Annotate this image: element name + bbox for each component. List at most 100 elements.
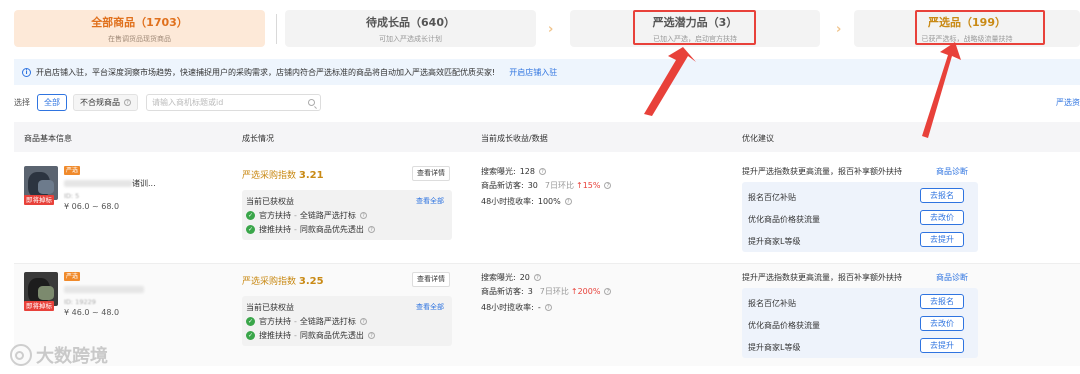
stat-compare-value: 200% [577,287,601,296]
stat-compare-label: 7日环比 [539,287,569,296]
advice-item: 优化商品价格获流量 [748,215,820,224]
tab-all-products[interactable]: 全部商品（1703） 在售调货品现货商品 [14,10,265,47]
stat-value: - [537,303,541,312]
growth-index-value: 3.21 [298,170,324,181]
product-title[interactable]: 诸训... [132,178,156,189]
change-price-button[interactable]: 去改价 [920,316,964,331]
chevron-right-icon: › [548,22,554,37]
table-header: 商品基本信息 成长情况 当前成长收益/数据 优化建议 [14,122,1080,152]
advice-item: 报名百亿补贴 [748,193,796,202]
filter-noncompliant-label: 不合规商品 [80,97,120,107]
change-price-button[interactable]: 去改价 [920,210,964,225]
view-all-link[interactable]: 查看全部 [416,302,444,312]
table-row: 即将掉标 严选 诸训... ID: 5 ¥ 06.0 ~ 68.0 严选采购指数… [14,158,1080,264]
soon-lose-tag: 即将掉标 [24,195,54,205]
product-title-blurred[interactable] [64,286,144,293]
help-icon: ? [367,332,375,339]
stat-value: 20 [519,273,530,282]
open-store-link[interactable]: 开启店铺入驻 [509,67,557,78]
benefit-title: 当前已获权益 [246,197,294,206]
right-link[interactable]: 严选资 [1056,97,1080,108]
help-icon: ? [604,288,612,295]
stat-exposure: 搜索曝光: 20 ? [481,272,541,283]
stat-reply-rate: 48小时揽收率: 100% ? [481,196,572,207]
yanxuan-tag: 严选 [64,272,81,281]
col-product: 商品基本信息 [24,134,72,143]
highlight-box-potential [633,10,756,45]
search-input[interactable]: 请输入商机标题或id [146,93,321,111]
help-icon: ? [604,182,612,189]
growth-index-label: 严选采购指数 [242,171,297,181]
help-icon: ? [544,304,552,311]
watermark-logo-icon [10,344,32,366]
stat-label: 商品新访客: [481,287,524,296]
benefit-item: ✓ 搜推扶持 - 同款商品优先透出 ? [246,224,375,235]
benefit-desc: 全链路严选打标 [299,317,356,326]
help-icon: ? [538,168,546,175]
upgrade-button[interactable]: 去提升 [920,232,964,247]
signup-button[interactable]: 去报名 [920,188,964,203]
stat-value: 128 [519,167,535,176]
search-placeholder: 请输入商机标题或id [152,97,224,107]
benefit-box: 当前已获权益 查看全部 ✓ 官方扶持 - 全链路严选打标 ? ✓ 搜推扶持 - … [242,190,452,240]
trend-up-icon: ↑ [575,181,583,190]
product-diagnosis-link[interactable]: 商品诊断 [936,166,968,177]
view-detail-button[interactable]: 查看详情 [412,272,450,287]
stat-value: 100% [537,197,561,206]
stat-compare-value: 15% [582,181,601,190]
growth-index-value: 3.25 [298,276,324,287]
help-icon: ? [564,198,572,205]
search-icon[interactable] [308,98,315,106]
view-detail-button[interactable]: 查看详情 [412,166,450,181]
advice-item: 优化商品价格获流量 [748,321,820,330]
stat-label: 48小时揽收率: [481,197,534,206]
check-icon: ✓ [246,317,255,326]
product-price: ¥ 06.0 ~ 68.0 [64,202,120,211]
col-earnings: 当前成长收益/数据 [481,134,548,143]
filter-label: 选择 [14,97,30,107]
filter-bar: 选择 全部 不合规商品 ? 请输入商机标题或id 严选资 [14,92,1080,112]
filter-noncompliant-button[interactable]: 不合规商品 ? [73,93,138,111]
growth-index-label: 严选采购指数 [242,277,297,287]
tab-growth-products[interactable]: 待成长品（640） 可加入严选成长计划 [285,10,536,47]
benefit-item: ✓ 搜推扶持 - 同款商品优先透出 ? [246,330,375,341]
watermark-text: 大数跨境 [36,346,108,367]
chevron-right-icon: › [836,22,842,37]
upgrade-button[interactable]: 去提升 [920,338,964,353]
stat-label: 商品新访客: [481,181,524,190]
benefit-title: 当前已获权益 [246,303,294,312]
filter-all-button[interactable]: 全部 [37,93,67,111]
product-id: ID: 19229 [64,298,96,306]
tab-all-products-sub: 在售调货品现货商品 [108,35,171,43]
trend-up-icon: ↑ [570,287,578,296]
help-icon: ? [367,226,375,233]
stat-compare-label: 7日环比 [544,181,574,190]
help-icon: ? [359,212,367,219]
tab-growth-products-sub: 可加入严选成长计划 [379,35,442,43]
tab-growth-products-title: 待成长品（640） [366,16,455,29]
benefit-name: 官方扶持 [259,211,291,220]
stat-reply-rate: 48小时揽收率: - ? [481,302,552,313]
advice-item: 报名百亿补贴 [748,299,796,308]
product-title-blurred[interactable] [64,180,132,187]
stat-visitors: 商品新访客: 3 7日环比 ↑ 200% ? [481,286,612,297]
tab-divider [276,14,277,44]
soon-lose-tag: 即将掉标 [24,301,54,311]
benefit-name: 搜推扶持 [259,225,291,234]
advice-title: 提升严选指数获更高流量，报百补享额外扶持 [742,273,902,282]
signup-button[interactable]: 去报名 [920,294,964,309]
product-diagnosis-link[interactable]: 商品诊断 [936,272,968,283]
info-icon: i [22,67,31,77]
stat-label: 搜索曝光: [481,273,516,282]
stat-label: 48小时揽收率: [481,303,534,312]
notice-text: 开启店铺入驻，平台深度洞察市场趋势，快速捕捉用户的采购需求，店铺内符合严选标准的… [36,67,496,77]
help-icon: ? [124,98,131,106]
col-advice: 优化建议 [742,134,774,143]
view-all-link[interactable]: 查看全部 [416,196,444,206]
advice-box: 报名百亿补贴 优化商品价格获流量 提升商家L等级 去报名 去改价 去提升 [742,288,978,358]
benefit-item: ✓ 官方扶持 - 全链路严选打标 ? [246,316,367,327]
help-icon: ? [533,274,541,281]
highlight-box-selected [915,10,1045,45]
watermark: 大数跨境 [10,340,108,370]
check-icon: ✓ [246,211,255,220]
